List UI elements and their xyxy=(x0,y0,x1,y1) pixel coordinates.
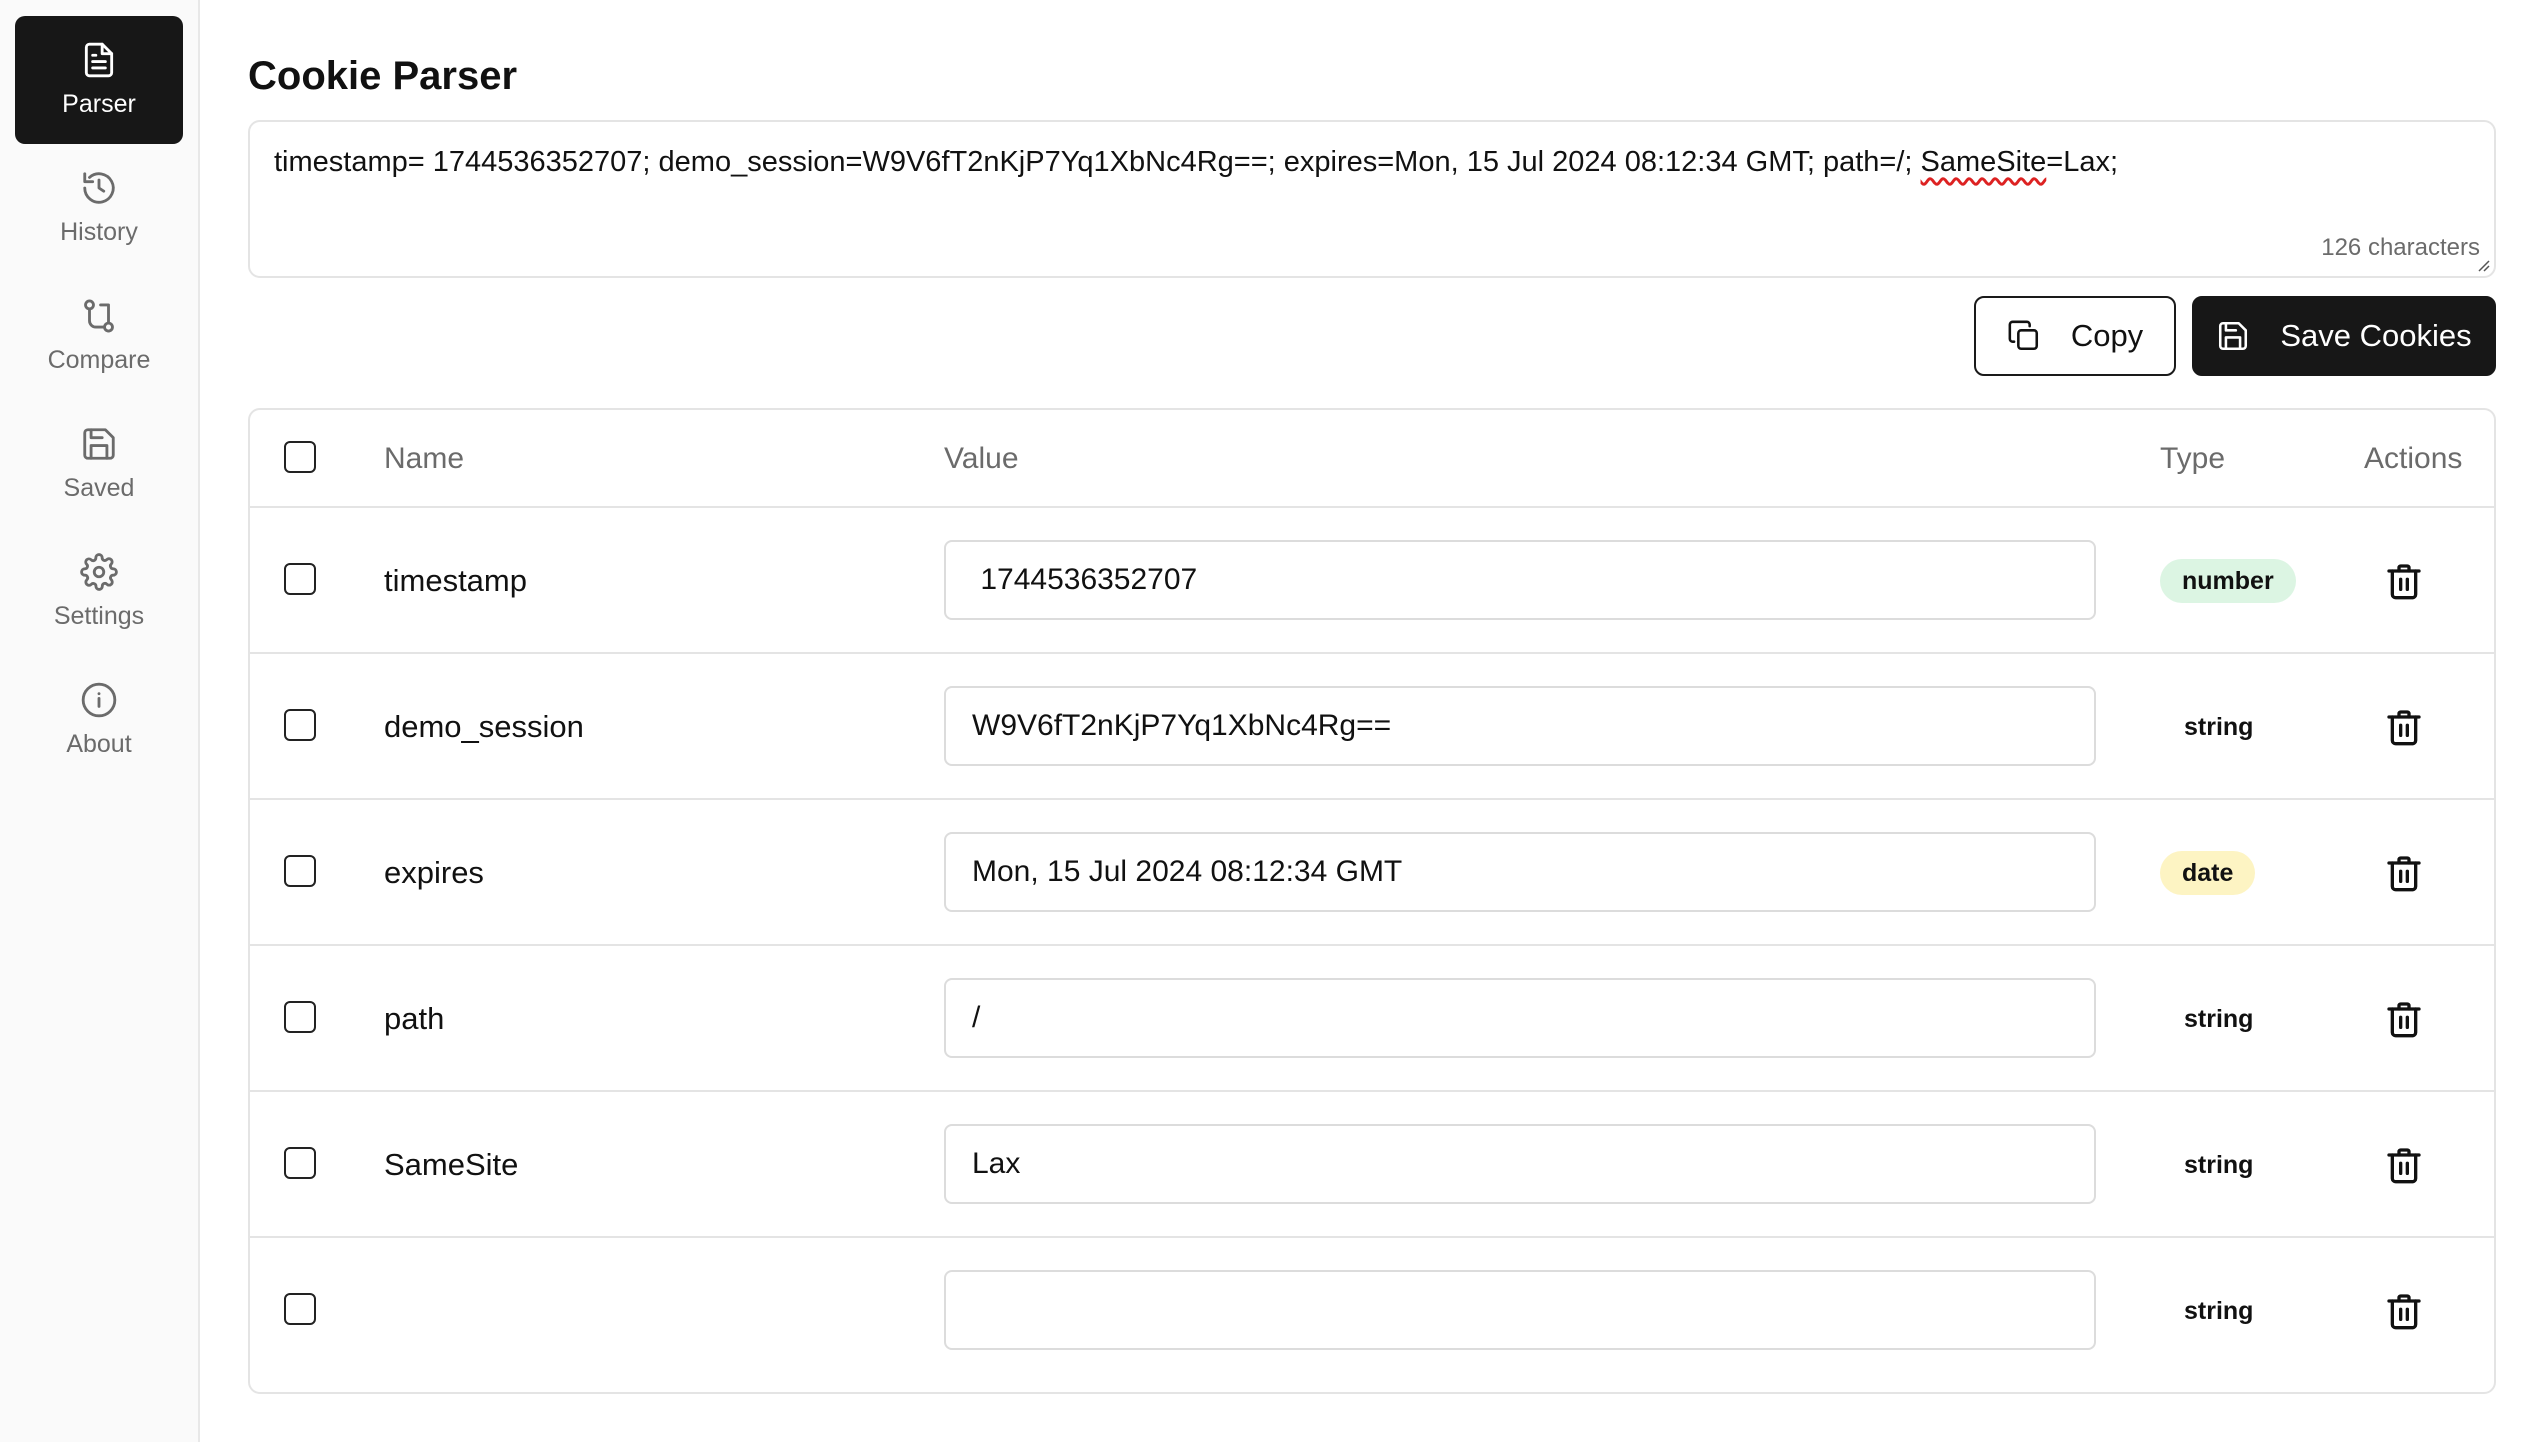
history-icon xyxy=(83,172,115,204)
table-row: path string xyxy=(250,946,2494,1092)
resize-handle-icon[interactable] xyxy=(2476,258,2490,272)
table-row: expires date xyxy=(250,800,2494,946)
table-row: timestamp number xyxy=(250,508,2494,654)
row-checkbox[interactable] xyxy=(284,1293,316,1325)
row-checkbox[interactable] xyxy=(284,855,316,887)
sidebar-item-settings[interactable]: Settings xyxy=(15,528,183,656)
row-checkbox[interactable] xyxy=(284,1147,316,1179)
column-header-name: Name xyxy=(384,442,465,475)
gear-icon xyxy=(80,553,118,591)
type-badge: number xyxy=(2160,559,2296,603)
row-checkbox[interactable] xyxy=(284,709,316,741)
row-checkbox[interactable] xyxy=(284,1001,316,1033)
type-badge: date xyxy=(2160,851,2256,895)
sidebar: Parser History Compare Saved Settings Ab… xyxy=(0,0,200,1442)
type-badge: string xyxy=(2184,1005,2254,1033)
cookie-input-text[interactable]: timestamp= 1744536352707; demo_session=W… xyxy=(274,144,2118,180)
delete-icon[interactable] xyxy=(2384,1145,2424,1185)
select-all-checkbox[interactable] xyxy=(284,441,316,473)
row-checkbox[interactable] xyxy=(284,563,316,595)
sidebar-item-saved[interactable]: Saved xyxy=(15,400,183,528)
cookie-name: path xyxy=(384,1001,445,1036)
save-cookies-button-label: Save Cookies xyxy=(2280,318,2472,353)
save-cookies-button[interactable]: Save Cookies xyxy=(2192,296,2496,376)
sidebar-item-label: Saved xyxy=(63,474,135,502)
sidebar-item-label: Parser xyxy=(62,90,136,118)
sidebar-item-label: About xyxy=(66,730,132,758)
table-row: string xyxy=(250,1238,2494,1384)
column-header-type: Type xyxy=(2160,442,2226,475)
cookie-name: timestamp xyxy=(384,563,527,598)
type-badge: string xyxy=(2184,713,2254,741)
table-row: demo_session string xyxy=(250,654,2494,800)
save-icon xyxy=(2219,321,2248,351)
cookie-name: expires xyxy=(384,855,484,890)
delete-icon[interactable] xyxy=(2384,561,2424,601)
type-badge: string xyxy=(2184,1297,2254,1325)
cookie-text-before: timestamp= 1744536352707; demo_session=W… xyxy=(274,146,1921,178)
delete-icon[interactable] xyxy=(2384,1291,2424,1331)
delete-icon[interactable] xyxy=(2384,853,2424,893)
sidebar-item-history[interactable]: History xyxy=(15,144,183,272)
save-icon xyxy=(83,428,115,460)
copy-button[interactable]: Copy xyxy=(1974,296,2176,376)
column-header-value: Value xyxy=(944,442,1019,475)
type-badge: string xyxy=(2184,1151,2254,1179)
cookie-value-input[interactable] xyxy=(944,540,2096,620)
delete-icon[interactable] xyxy=(2384,999,2424,1039)
sidebar-item-label: History xyxy=(60,218,138,246)
cookie-value-input[interactable] xyxy=(944,1270,2096,1350)
cookie-table: Name Value Type Actions timestamp number… xyxy=(248,408,2496,1394)
cookie-name: demo_session xyxy=(384,709,584,744)
cookie-input[interactable]: timestamp= 1744536352707; demo_session=W… xyxy=(248,120,2496,278)
sidebar-item-parser[interactable]: Parser xyxy=(15,16,183,144)
table-row: SameSite string xyxy=(250,1092,2494,1238)
sidebar-item-about[interactable]: About xyxy=(15,656,183,784)
character-count: 126 characters xyxy=(2321,234,2480,261)
spellcheck-flagged-word: SameSite xyxy=(1920,146,2047,178)
cookie-value-input[interactable] xyxy=(944,978,2096,1058)
compare-icon xyxy=(84,299,114,333)
cookie-text-after: =Lax; xyxy=(2046,146,2119,178)
column-header-actions: Actions xyxy=(2364,442,2463,475)
cookie-value-input[interactable] xyxy=(944,832,2096,912)
document-icon xyxy=(84,42,114,78)
cookie-value-input[interactable] xyxy=(944,1124,2096,1204)
sidebar-item-compare[interactable]: Compare xyxy=(15,272,183,400)
sidebar-item-label: Settings xyxy=(53,602,145,630)
cookie-name: SameSite xyxy=(384,1147,519,1182)
page-title: Cookie Parser xyxy=(248,54,518,98)
copy-icon xyxy=(2008,320,2038,351)
copy-button-label: Copy xyxy=(2070,318,2144,353)
cookie-value-input[interactable] xyxy=(944,686,2096,766)
sidebar-item-label: Compare xyxy=(47,346,151,374)
info-icon xyxy=(81,682,117,718)
table-header: Name Value Type Actions xyxy=(250,410,2494,508)
delete-icon[interactable] xyxy=(2384,707,2424,747)
